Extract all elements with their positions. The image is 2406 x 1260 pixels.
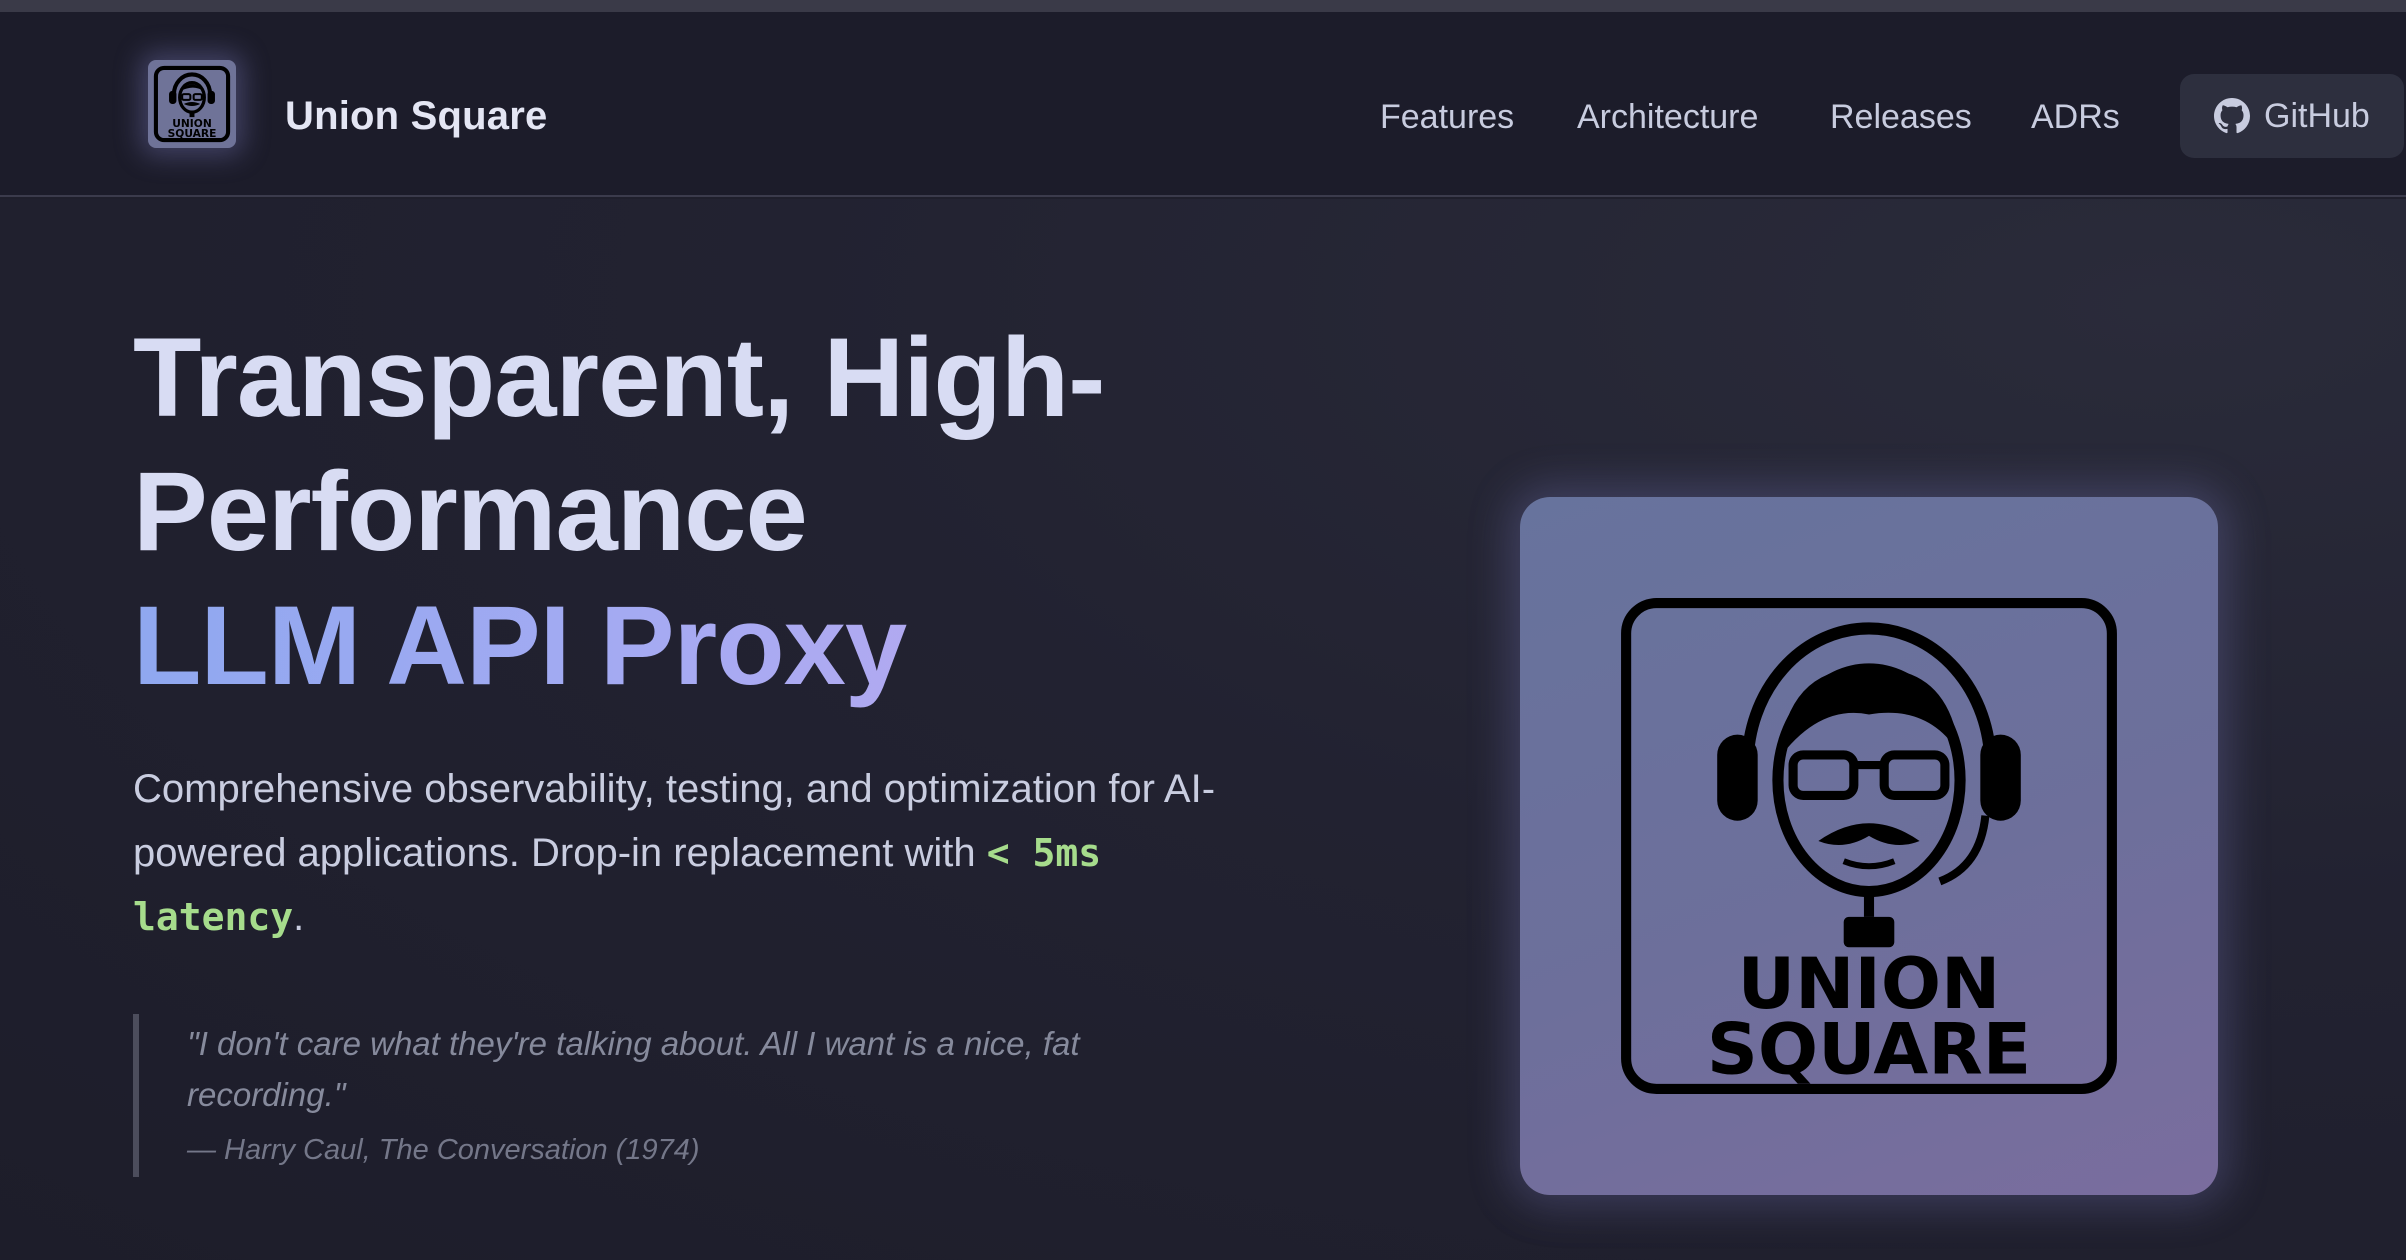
union-square-mascot-logo-icon: UNION SQUARE bbox=[1621, 598, 2117, 1094]
hero-title: Transparent, High- Performance LLM API P… bbox=[133, 311, 1333, 713]
hero-title-line-1: Transparent, High- bbox=[133, 315, 1105, 440]
navbar: UNION SQUARE Union Square Features Archi… bbox=[0, 12, 2406, 197]
nav-link-releases[interactable]: Releases bbox=[1830, 98, 1972, 137]
hero-quote: "I don't care what they're talking about… bbox=[133, 1014, 1193, 1177]
brand-logo[interactable]: UNION SQUARE bbox=[148, 60, 236, 148]
hero-section: Transparent, High- Performance LLM API P… bbox=[0, 199, 2406, 1260]
hero-subtitle-end: . bbox=[293, 895, 305, 939]
nav-link-architecture[interactable]: Architecture bbox=[1577, 98, 1758, 137]
quote-text: "I don't care what they're talking about… bbox=[187, 1025, 1080, 1113]
logo-text-square: SQUARE bbox=[168, 127, 217, 140]
hero-subtitle: Comprehensive observability, testing, an… bbox=[133, 757, 1233, 949]
window-top-strip bbox=[0, 0, 2406, 12]
github-button[interactable]: GitHub bbox=[2180, 74, 2404, 158]
quote-citation: — Harry Caul, The Conversation (1974) bbox=[187, 1134, 700, 1166]
mascot-text-square: SQUARE bbox=[1707, 1008, 2031, 1091]
brand-name-link[interactable]: Union Square bbox=[285, 94, 547, 139]
nav-link-adrs[interactable]: ADRs bbox=[2031, 98, 2120, 137]
github-button-label: GitHub bbox=[2264, 96, 2370, 135]
hero-title-line-2: Performance bbox=[133, 449, 808, 574]
hero-logo-card: UNION SQUARE bbox=[1520, 497, 2218, 1195]
github-icon bbox=[2214, 98, 2250, 134]
union-square-logo-icon: UNION SQUARE bbox=[153, 65, 231, 143]
nav-link-features[interactable]: Features bbox=[1380, 98, 1514, 137]
hero-title-highlight: LLM API Proxy bbox=[133, 579, 1333, 713]
